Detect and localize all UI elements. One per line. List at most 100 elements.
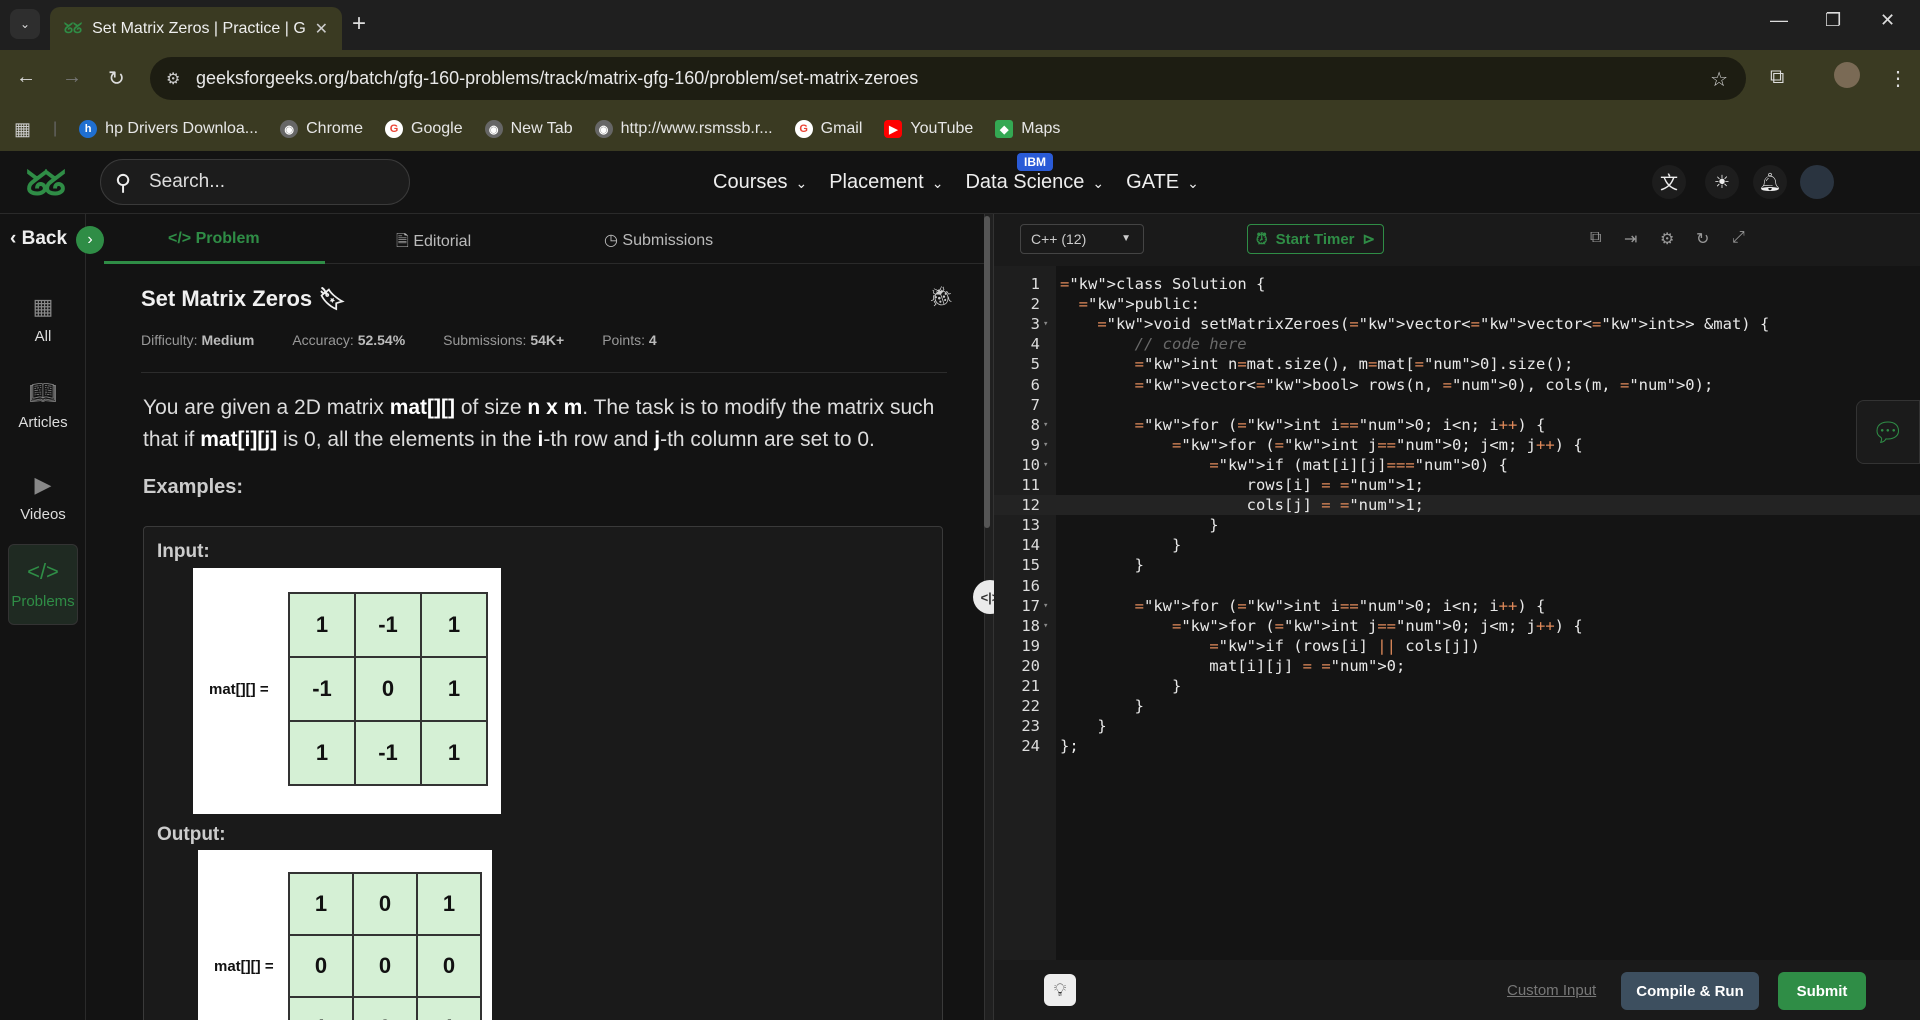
restore-icon[interactable]: ❐: [1825, 10, 1841, 31]
fold-arrow-icon[interactable]: ▾: [1043, 415, 1048, 435]
code-line[interactable]: 5 ="kw">int n=mat.size(), m=mat[="num">0…: [994, 354, 1920, 374]
profile-avatar[interactable]: [1834, 62, 1860, 88]
import-icon[interactable]: ⇥: [1624, 229, 1637, 249]
gfg-favicon-icon: ᘜᘜ: [64, 20, 83, 36]
omnibox[interactable]: ⚙ geeksforgeeks.org/batch/gfg-160-proble…: [150, 57, 1746, 100]
code-line[interactable]: 7: [994, 395, 1920, 415]
code-line[interactable]: 23 }: [994, 716, 1920, 736]
reset-icon[interactable]: ↻: [1696, 229, 1709, 249]
bell-icon[interactable]: 🔔︎: [1753, 165, 1787, 199]
code-line[interactable]: 18 ▾ ="kw">for (="kw">int j=="num">0; j<m…: [994, 616, 1920, 636]
translate-icon[interactable]: 文: [1652, 165, 1686, 199]
code-line[interactable]: 13 }: [994, 515, 1920, 535]
lightbulb-icon[interactable]: 💡︎: [1044, 974, 1076, 1006]
code-line[interactable]: 1 ="kw">class Solution {: [994, 274, 1920, 294]
search-input[interactable]: ⚲ Search...: [100, 159, 410, 205]
site-info-icon[interactable]: ⚙: [166, 69, 180, 89]
bookmark-star-icon[interactable]: ☆: [1710, 67, 1728, 92]
accuracy-value: 52.54%: [357, 332, 406, 348]
nav-data-science[interactable]: Data Science ⌄: [965, 171, 1104, 194]
fold-arrow-icon[interactable]: ▾: [1043, 314, 1048, 334]
rail-item-problems[interactable]: </> Problems: [8, 544, 78, 625]
submit-button[interactable]: Submit: [1778, 972, 1866, 1010]
tab-submissions[interactable]: ◷ Submissions: [604, 230, 713, 250]
problem-scrollbar[interactable]: [984, 216, 990, 528]
bookmark-item[interactable]: ▶ YouTube: [884, 120, 973, 138]
matrix-cell: -1: [354, 720, 422, 786]
code-line[interactable]: 15 }: [994, 555, 1920, 575]
code-line[interactable]: 3 ▾ ="kw">void setMatrixZeroes(="kw">vect…: [994, 314, 1920, 334]
code-line[interactable]: 24};: [994, 736, 1920, 756]
bookmark-item[interactable]: G Gmail: [794, 120, 862, 138]
rail-item-articles[interactable]: 📖︎ Articles: [8, 380, 78, 431]
google-icon: G: [385, 120, 404, 138]
compile-run-button[interactable]: Compile & Run: [1621, 972, 1759, 1010]
matrix-cell: 1: [420, 656, 488, 722]
minimize-icon[interactable]: —: [1770, 10, 1788, 31]
bookmark-item[interactable]: ◉ http://www.rsmssb.r...: [594, 120, 773, 138]
reload-icon[interactable]: ↻: [108, 66, 125, 91]
nav-courses[interactable]: Courses ⌄: [713, 171, 807, 194]
custom-input-link[interactable]: Custom Input: [1507, 982, 1596, 999]
code-line[interactable]: 6 ="kw">vector<="kw">bool> rows(n, ="num…: [994, 375, 1920, 395]
submissions: Submissions: 54K+: [443, 332, 564, 348]
code-line[interactable]: 9 ▾ ="kw">for (="kw">int j=="num">0; j<m;…: [994, 435, 1920, 455]
tab-problem[interactable]: </> Problem: [168, 230, 260, 248]
copy-icon[interactable]: ⧉: [1590, 229, 1601, 247]
code-line[interactable]: 10 ▾ ="kw">if (mat[i][j]==="num">0) {: [994, 455, 1920, 475]
code-line[interactable]: 4 // code here: [994, 334, 1920, 354]
fold-arrow-icon[interactable]: ▾: [1043, 616, 1048, 636]
new-tab-button[interactable]: +: [352, 10, 366, 38]
language-select[interactable]: C++ (12) ▼: [1020, 224, 1144, 254]
bookmark-item[interactable]: ◉ Chrome: [280, 120, 363, 138]
bookmark-item[interactable]: ◉ New Tab: [484, 120, 573, 138]
settings-icon[interactable]: ⚙: [1660, 229, 1674, 249]
bookmark-icon[interactable]: 🔖︎: [312, 286, 346, 311]
nav-gate[interactable]: GATE ⌄: [1126, 171, 1199, 194]
language-value: C++ (12): [1031, 231, 1087, 247]
bookmark-label: Google: [411, 120, 463, 137]
code-line[interactable]: 16: [994, 576, 1920, 596]
bookmark-item[interactable]: G Google: [385, 120, 463, 138]
bookmark-item[interactable]: h hp Drivers Downloa...: [79, 120, 258, 138]
code-line[interactable]: 20 mat[i][j] = ="num">0;: [994, 656, 1920, 676]
back-button[interactable]: ‹ Back: [10, 228, 67, 250]
code-line[interactable]: 8 ▾ ="kw">for (="kw">int i=="num">0; i<n;…: [994, 415, 1920, 435]
bookmark-item[interactable]: ◆ Maps: [995, 120, 1060, 138]
code-line[interactable]: 14 }: [994, 535, 1920, 555]
tab-search-button[interactable]: ⌄: [10, 9, 40, 39]
tab-editorial[interactable]: 🗎 Editorial: [396, 230, 471, 257]
fold-arrow-icon[interactable]: ▾: [1043, 455, 1048, 475]
close-window-icon[interactable]: ✕: [1880, 10, 1895, 31]
start-timer-button[interactable]: ⏰︎ Start Timer ⊳: [1247, 224, 1384, 254]
chat-icon[interactable]: 💬︎: [1856, 400, 1920, 464]
forward-arrow-icon[interactable]: →: [62, 66, 82, 89]
browser-tab-active[interactable]: ᘜᘜ Set Matrix Zeros | Practice | Geeksfo…: [50, 7, 342, 50]
theme-toggle-icon[interactable]: ☀: [1705, 165, 1739, 199]
code-line[interactable]: 17 ▾ ="kw">for (="kw">int i=="num">0; i<n…: [994, 596, 1920, 616]
gfg-logo[interactable]: ᘜᘜ: [26, 165, 66, 204]
code-line[interactable]: 12 cols[j] = ="num">1;: [994, 495, 1920, 516]
fold-arrow-icon[interactable]: ▾: [1043, 596, 1048, 616]
expand-rail-button[interactable]: ›: [76, 226, 104, 254]
timer-label: Start Timer: [1275, 230, 1355, 248]
bug-icon[interactable]: 🐞︎: [929, 284, 954, 309]
user-avatar[interactable]: [1800, 165, 1834, 199]
code-line[interactable]: 19 ="kw">if (rows[i] || cols[j]): [994, 636, 1920, 656]
code-line[interactable]: 21 }: [994, 676, 1920, 696]
extensions-icon[interactable]: ⧉: [1770, 66, 1784, 89]
code-line[interactable]: 22 }: [994, 696, 1920, 716]
fold-arrow-icon[interactable]: ▾: [1043, 435, 1048, 455]
browser-menu-icon[interactable]: ⋮: [1888, 66, 1908, 91]
code-line[interactable]: 11 rows[i] = ="num">1;: [994, 475, 1920, 495]
close-tab-icon[interactable]: ✕: [315, 19, 328, 39]
nav-placement[interactable]: Placement ⌄: [829, 171, 943, 194]
rail-item-videos[interactable]: ▶ Videos: [8, 472, 78, 523]
accuracy-label: Accuracy:: [292, 332, 354, 348]
fullscreen-icon[interactable]: ⤢: [1732, 229, 1745, 247]
code-editor[interactable]: 1 ="kw">class Solution {2 ="kw">public: 3 ▾…: [994, 266, 1920, 960]
apps-grid-icon[interactable]: ▦: [14, 119, 31, 140]
back-arrow-icon[interactable]: ←: [16, 66, 36, 89]
code-line[interactable]: 2 ="kw">public:: [994, 294, 1920, 314]
rail-item-all[interactable]: ▦ All: [8, 294, 78, 345]
